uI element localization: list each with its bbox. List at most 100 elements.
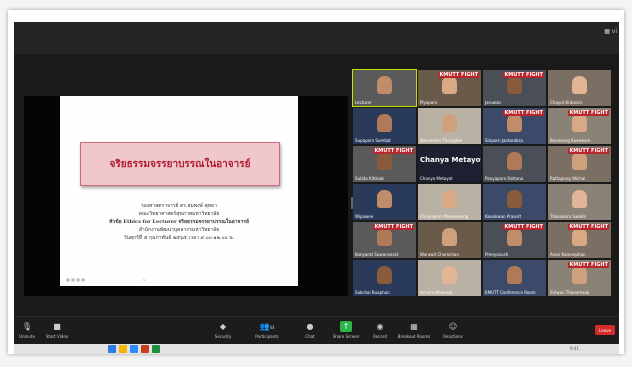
participant-tile[interactable]: Arisara Khamsai [418,260,481,296]
meeting-top-bar: ▦ vi [14,22,619,54]
breakout-rooms-icon: ▦ [410,322,418,331]
chrome-icon[interactable] [152,345,160,353]
participant-name: Chaiyaporn Maneewong [420,214,469,219]
record-button[interactable]: ◉ Record [370,321,390,339]
participant-background-badge: KMUTT FIGHT [503,224,544,230]
participant-video [377,228,392,246]
participant-video [507,266,522,284]
zoom-meeting-window: ▦ vi จริยธรรมจรรยาบรรณในอาจารย์ รองศาสตร… [14,22,619,344]
taskbar-clock: 9:41 [570,346,579,351]
participant-video [442,190,457,208]
participant-background-badge: KMUTT FIGHT [568,148,609,154]
record-label: Record [373,334,387,339]
participant-name: Worawit Chomchan [420,252,459,257]
file-explorer-icon[interactable] [119,345,127,353]
participants-count: 44 [269,325,275,330]
participant-tile[interactable]: Worawit Chomchan [418,222,481,258]
slide-organizer-line: สำนักงานพัฒนาบุคลากรมหาวิทยาลัย [138,227,220,233]
powerpoint-icon[interactable] [141,345,149,353]
participant-tile[interactable]: Thanakorn Saelim [548,184,611,220]
participant-background-badge: KMUTT FIGHT [503,72,544,78]
participant-gallery: Lecturer KMUTT FIGHT Piyaporn KMUTT FIGHT Ja… [352,69,611,305]
participant-video [377,76,392,94]
participant-name: KMUTT Conference Room [485,290,536,295]
unmute-button[interactable]: 🎙 Unmute [16,321,38,339]
participants-icon: 👥44 [259,322,275,331]
security-label: Security [214,334,232,339]
participant-tile[interactable]: Panyaporn Rattana [483,146,546,182]
participant-tile[interactable]: KMUTT FIGHT Piyaporn [418,70,481,106]
participant-tile[interactable]: KMUTT Conference Room [483,260,546,296]
security-button[interactable]: ◆ Security [210,321,236,339]
slide-footer-controls: ■ ■ ■ ■ [66,277,85,282]
share-screen-button[interactable]: ↑ Share Screen [330,321,362,339]
participant-tile[interactable]: Naruemon Thongdee [418,108,481,144]
gallery-next-page-icon[interactable]: ⌄ [141,274,148,283]
participant-name: Sutida Kittisak [355,176,384,181]
participant-tile[interactable]: KMUTT FIGHT Boonsong Kaewkam [548,108,611,144]
smiley-icon: ☺ [448,322,458,331]
participant-background-badge: KMUTT FIGHT [568,224,609,230]
edge-icon[interactable] [108,345,116,353]
participant-tile[interactable]: Lecturer [352,69,417,107]
start-video-button[interactable]: ■ Start Video [42,321,72,339]
participants-button[interactable]: 👥44 Participants [252,321,282,339]
participant-tile[interactable]: Chanya Metayot... Chanya Metayot [418,146,481,182]
participant-name: Siriwan Thanomsak [550,290,590,295]
participant-tile[interactable]: KMUTT FIGHT Siriwan Thanomsak [548,260,611,296]
unmute-label: Unmute [19,334,35,339]
reactions-button[interactable]: ☺ Reactions [440,321,466,339]
participant-background-badge: KMUTT FIGHT [568,110,609,116]
zoom-app-icon[interactable] [130,345,138,353]
presentation-slide: จริยธรรมจรรยาบรรณในอาจารย์ รองศาสตราจารย… [60,96,298,286]
participant-name: Chanya Metayot [420,176,453,181]
video-camera-icon: ■ [53,322,61,331]
participant-background-badge: KMUTT FIGHT [438,72,479,78]
participant-tile[interactable]: KMUTT FIGHT Preeyanuch [483,222,546,258]
leave-button[interactable]: Leave [595,325,615,335]
participant-tile[interactable]: KMUTT FIGHT Anan Kamonphan [548,222,611,258]
participant-tile[interactable]: KMUTT FIGHT Sutida Kittisak [353,146,416,182]
share-screen-label: Share Screen [332,334,360,339]
slide-date-line: วันศุกร์ที่ ๕ กุมภาพันธ์ ๒๕๖๕ เวลา ๙.๐๐-… [123,235,235,241]
participant-video [507,76,522,94]
slide-title: จริยธรรมจรรยาบรรณในอาจารย์ [109,158,251,170]
participant-background-badge: KMUTT FIGHT [568,262,609,268]
participant-video [572,266,587,284]
participant-video [377,266,392,284]
taskbar-app-icons [108,345,160,353]
participant-background-badge: KMUTT FIGHT [503,110,544,116]
participant-tile[interactable]: Sakchai Buaphan [353,260,416,296]
participant-name: Preeyanuch [485,252,509,257]
participant-tile[interactable]: KMUTT FIGHT Siriporn Jantaraksa [483,108,546,144]
slide-presenter-line: รองศาสตราจารย์ ดร.สมพงษ์ พุทธา [141,203,217,209]
participants-label: Participants [255,334,279,339]
breakout-rooms-button[interactable]: ▦ Breakout Rooms [396,321,432,339]
chat-button[interactable]: ● Chat [300,321,320,339]
participant-video [507,114,522,132]
participant-name: Siriporn Jantaraksa [485,138,523,143]
participant-name: Arisara Khamsai [420,290,453,295]
participant-video [377,114,392,132]
participant-tile[interactable]: Chaiyaporn Maneewong [418,184,481,220]
record-icon: ◉ [376,322,384,331]
participant-name: Boonsong Kaewkam [550,138,591,143]
participant-tile[interactable]: Kanokwan Prasert [483,184,546,220]
participant-name: Kanokwan Prasert [485,214,522,219]
participant-tile[interactable]: Supaporn Sombat [353,108,416,144]
participant-tile[interactable]: Chayut Kraisorn [548,70,611,106]
view-button[interactable]: ▦ vi [604,28,617,35]
participant-name: Jaruwan [485,100,502,105]
participant-name: Piyaporn [420,100,438,105]
participant-video [442,114,457,132]
participant-tile[interactable]: Wipawee [353,184,416,220]
participant-tile[interactable]: KMUTT FIGHT Kanyarat Suwannarat [353,222,416,258]
participant-tile[interactable]: KMUTT FIGHT Rattapong Wichai [548,146,611,182]
share-arrow-icon: ↑ [340,321,352,332]
participant-tile[interactable]: KMUTT FIGHT Jaruwan [483,70,546,106]
microphone-muted-icon: 🎙 [21,322,33,331]
slide-topic-line: หัวข้อ Ethics for Lecturer จริยธรรมจรรยา… [109,219,249,225]
meeting-toolbar: 🎙 Unmute ■ Start Video ◆ Security 👥44 Pa… [14,316,619,344]
breakout-rooms-label: Breakout Rooms [397,334,431,339]
participant-name: Anan Kamonphan [550,252,586,257]
